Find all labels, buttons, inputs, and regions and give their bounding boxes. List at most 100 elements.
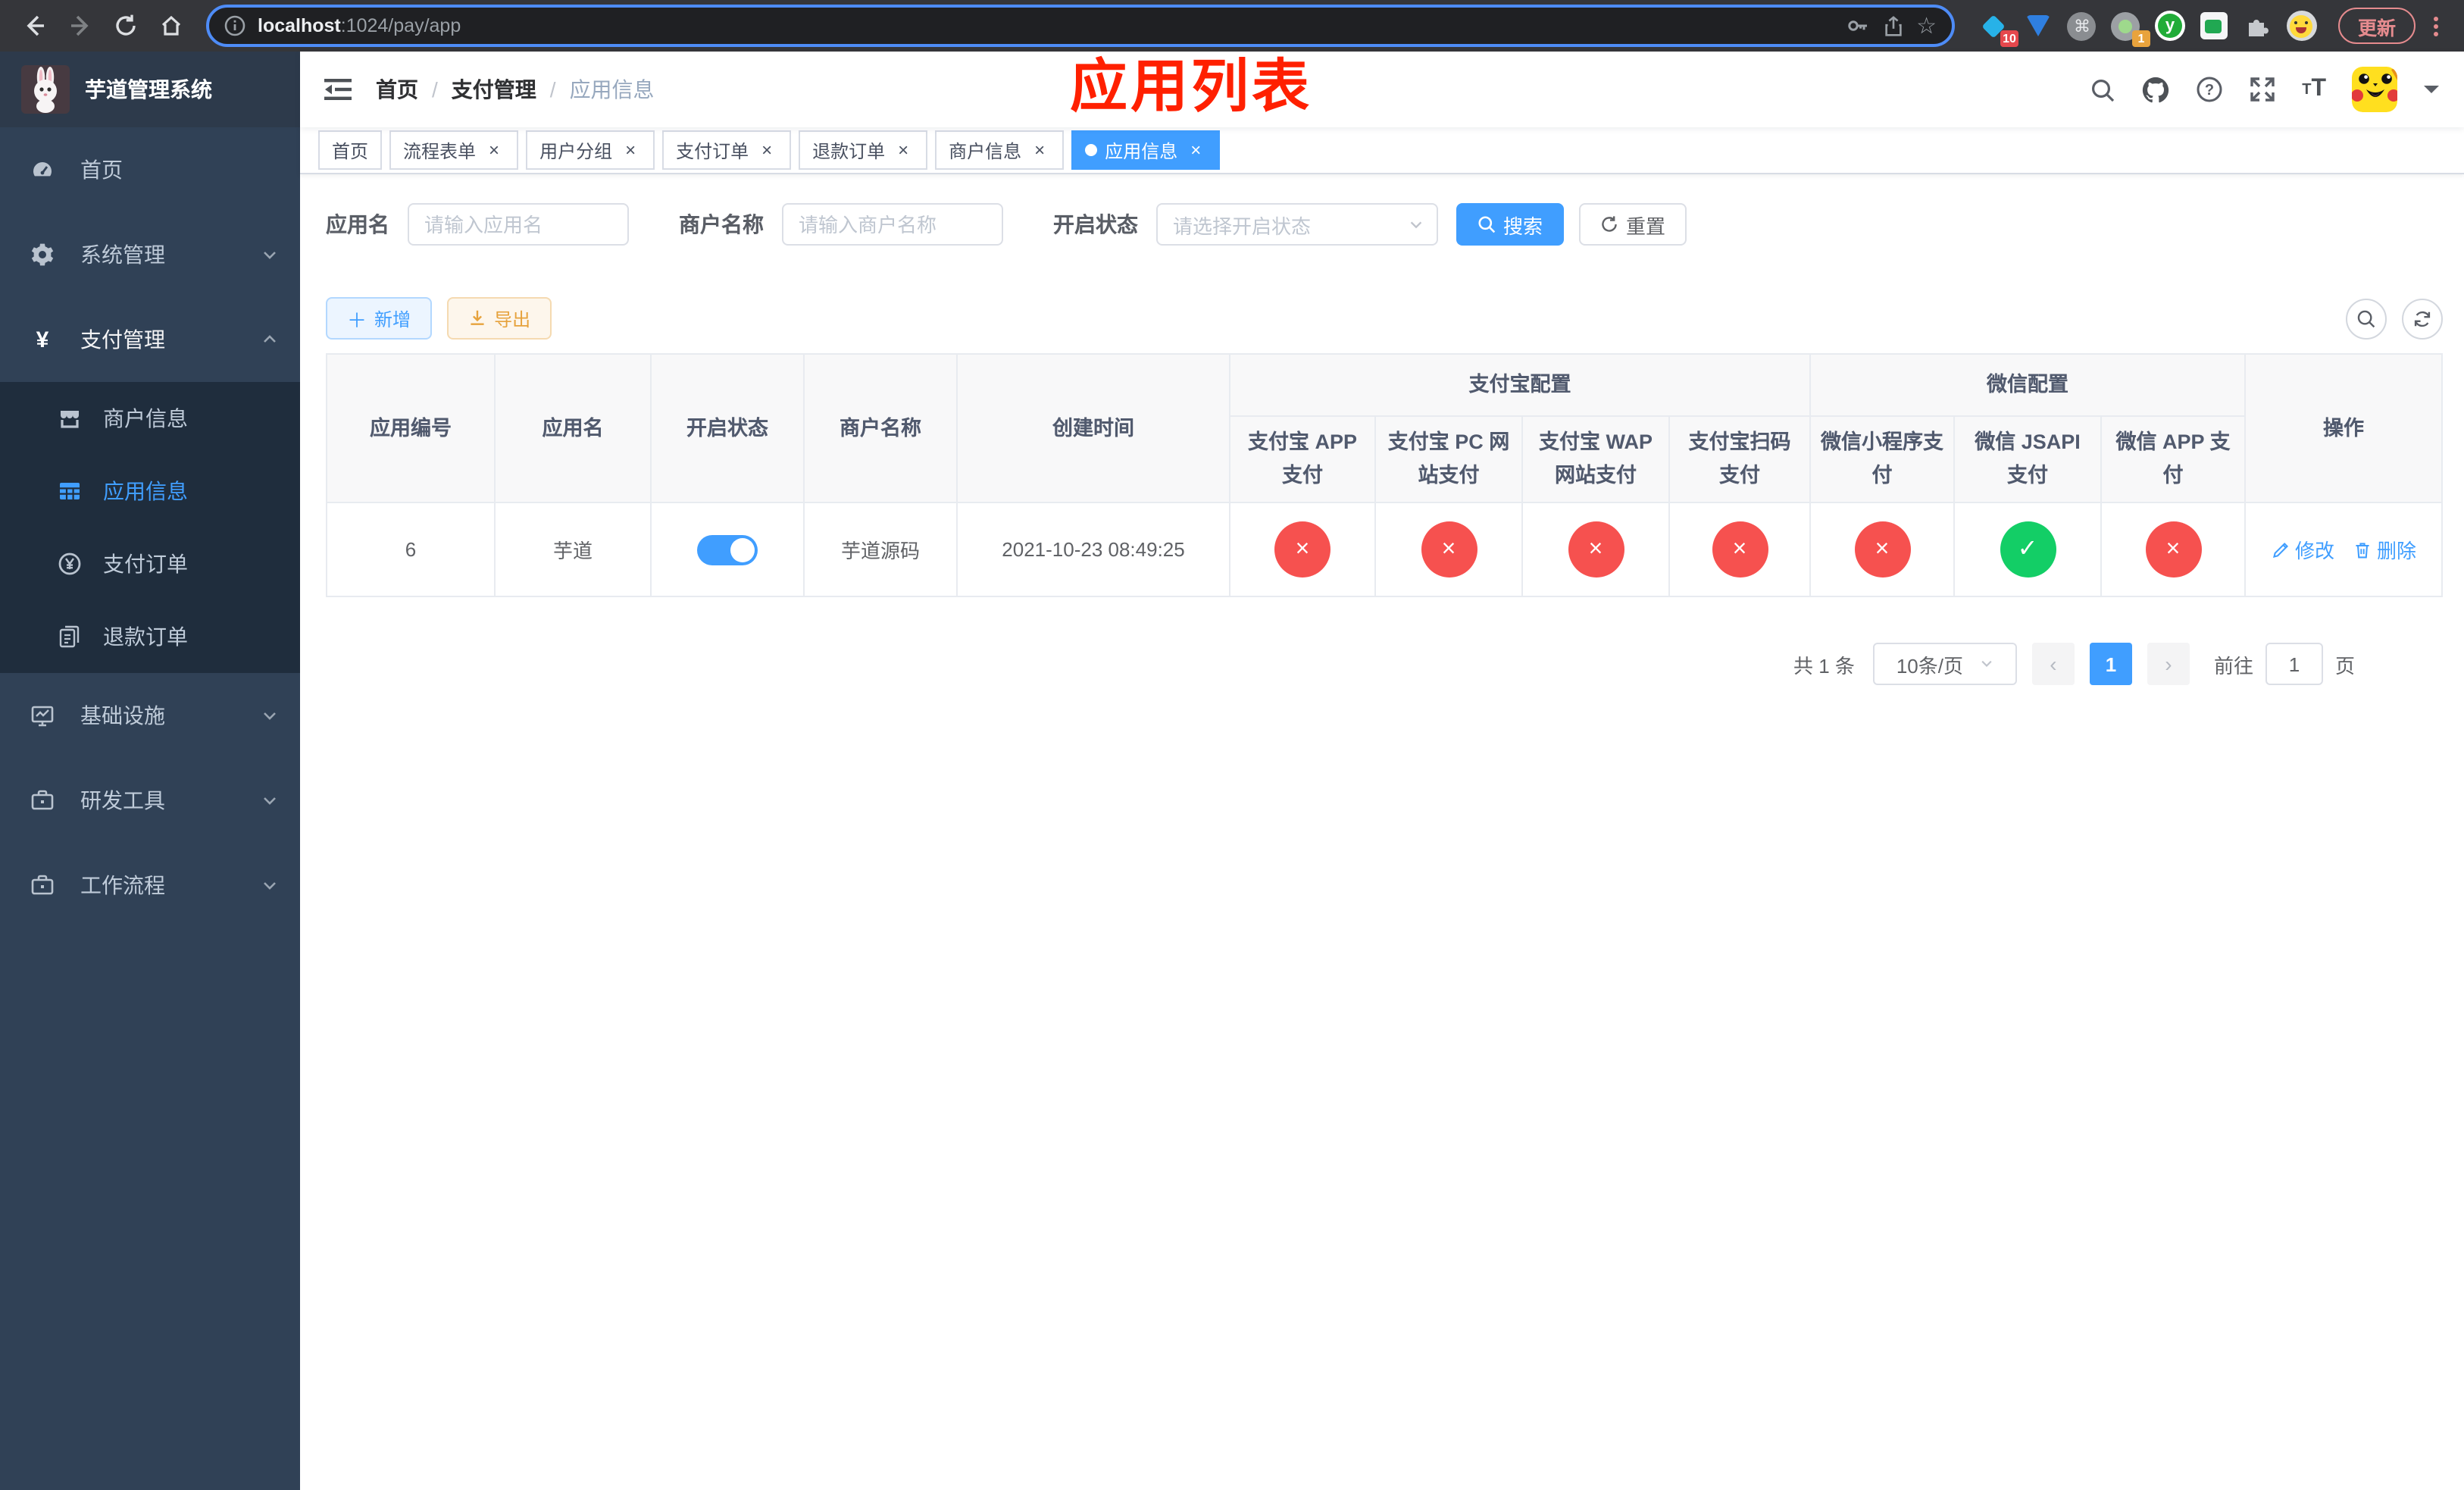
tag-user-group[interactable]: 用户分组 × [526,130,655,170]
delete-label: 删除 [2377,540,2417,562]
col-alipay-qr: 支付宝扫码支付 [1668,415,1811,503]
cell-status [650,502,805,597]
back-icon[interactable] [15,6,55,45]
extension-y-icon[interactable]: y [2154,11,2185,41]
avatar-caret-icon[interactable] [2423,83,2440,95]
screen: localhost:1024/pay/app ☆ 10 ⌘ 1 y 更新 芋道管… [0,0,2464,1490]
tag-app-info-active[interactable]: 应用信息 × [1071,130,1221,170]
col-wx-lite: 微信小程序支付 [1809,415,1955,503]
sidebar-item-system[interactable]: 系统管理 [0,212,300,297]
sidebar-item-pay-orders[interactable]: 支付订单 [0,527,300,600]
tag-process-form[interactable]: 流程表单 × [389,130,519,170]
col-created: 创建时间 [956,353,1230,503]
sidebar-item-label: 基础设施 [80,703,165,728]
reset-button[interactable]: 重置 [1579,203,1687,246]
close-icon[interactable]: × [483,139,505,161]
github-icon[interactable] [2141,75,2170,104]
extensions-puzzle-icon[interactable] [2243,11,2273,41]
sidebar-item-dev-tools[interactable]: 研发工具 [0,758,300,843]
enabled-switch[interactable] [697,534,758,565]
breadcrumb-separator: / [549,77,556,102]
bookmark-star-icon[interactable]: ☆ [1916,14,1937,37]
add-button-label: 新增 [374,308,411,330]
add-button[interactable]: ＋ 新增 [326,297,433,340]
toggle-search-button[interactable] [2346,298,2387,339]
col-alipay-pc: 支付宝 PC 网站支付 [1374,415,1523,503]
sidebar-item-infra[interactable]: 基础设施 [0,673,300,758]
close-icon[interactable]: × [1185,139,1206,161]
extension-badge: 10 [2000,30,2018,47]
tag-label: 退款订单 [812,140,886,161]
address-bar[interactable]: localhost:1024/pay/app ☆ [206,5,1955,47]
page-size-select[interactable]: 10条/页 [1872,643,2017,685]
chevron-down-icon [261,706,279,725]
col-alipay-wap: 支付宝 WAP 网站支付 [1521,415,1670,503]
tag-pay-orders[interactable]: 支付订单 × [662,130,792,170]
sidebar: 芋道管理系统 首页 系统管理 ¥ 支付管理 商户信息 应用信息 支付订单 退款订… [0,52,300,1490]
gear-icon [30,243,55,267]
sidebar-item-label: 首页 [80,158,123,182]
goto-label: 前往 [2213,654,2253,677]
search-icon[interactable] [2090,77,2115,102]
close-icon[interactable]: × [893,139,914,161]
yen-icon: ¥ [36,327,49,352]
close-icon[interactable]: × [1029,139,1050,161]
current-page-button[interactable]: 1 [2089,643,2132,685]
status-alipay-app: × [1274,521,1330,578]
home-icon[interactable] [152,6,191,45]
help-icon[interactable]: ? [2196,76,2223,103]
delete-link[interactable]: 删除 [2353,535,2416,564]
password-key-icon[interactable] [1845,14,1869,38]
close-icon[interactable]: × [756,139,777,161]
extension-pin-icon[interactable]: 10 [1979,11,2018,47]
close-icon[interactable]: × [620,139,641,161]
app-name-input[interactable] [408,203,629,246]
browser-menu-icon[interactable] [2425,16,2446,36]
search-button[interactable]: 搜索 [1456,203,1565,246]
forward-icon[interactable] [61,6,100,45]
sidebar-item-payment[interactable]: ¥ 支付管理 [0,297,300,382]
download-icon [471,310,484,325]
extension-gem-icon[interactable] [2023,11,2053,41]
sidebar-item-home[interactable]: 首页 [0,127,300,212]
extension-recorder-icon[interactable]: 1 [2111,11,2150,47]
chevron-down-icon [1981,660,1991,668]
sidebar-item-refund-orders[interactable]: 退款订单 [0,600,300,673]
goto-page-input[interactable] [2265,643,2323,685]
tag-refund-orders[interactable]: 退款订单 × [799,130,928,170]
page-info-icon[interactable] [224,15,245,36]
profile-avatar-icon[interactable] [2286,11,2317,41]
status-wx-lite: × [1854,521,1910,578]
prev-page-button[interactable]: ‹ [2031,643,2075,685]
merchant-name-input[interactable] [782,203,1003,246]
sidebar-item-workflow[interactable]: 工作流程 [0,843,300,928]
share-icon[interactable] [1881,14,1904,37]
extension-command-icon[interactable]: ⌘ [2067,11,2097,41]
sidebar-logo[interactable]: 芋道管理系统 [0,52,300,127]
edit-link[interactable]: 修改 [2271,535,2334,564]
refresh-button[interactable] [2402,298,2443,339]
sidebar-item-label: 研发工具 [80,788,165,812]
reload-icon[interactable] [106,6,145,45]
url-host: localhost [258,15,341,36]
sidebar-item-app-info[interactable]: 应用信息 [0,455,300,527]
monitor-icon [30,703,55,728]
next-page-button[interactable]: › [2147,643,2190,685]
extension-chat-icon[interactable] [2199,11,2229,41]
tag-home[interactable]: 首页 [318,130,383,170]
sidebar-fold-icon[interactable] [324,77,352,102]
tag-merchant-info[interactable]: 商户信息 × [935,130,1065,170]
export-button[interactable]: 导出 [447,297,552,340]
user-avatar[interactable] [2352,67,2397,112]
status-select[interactable]: 请选择开启状态 [1156,203,1438,246]
cell-ops: 修改 删除 [2244,502,2444,597]
breadcrumb-separator: / [432,77,438,102]
chrome-update-button[interactable]: 更新 [2337,8,2416,44]
sidebar-item-merchant-info[interactable]: 商户信息 [0,382,300,455]
pagination-total: 共 1 条 [1793,654,1855,677]
fullscreen-icon[interactable] [2249,76,2276,103]
breadcrumb-payment[interactable]: 支付管理 [452,74,536,105]
font-size-icon[interactable]: TT [2302,76,2326,103]
sidebar-item-label: 支付订单 [103,552,188,576]
breadcrumb-home[interactable]: 首页 [376,74,418,105]
